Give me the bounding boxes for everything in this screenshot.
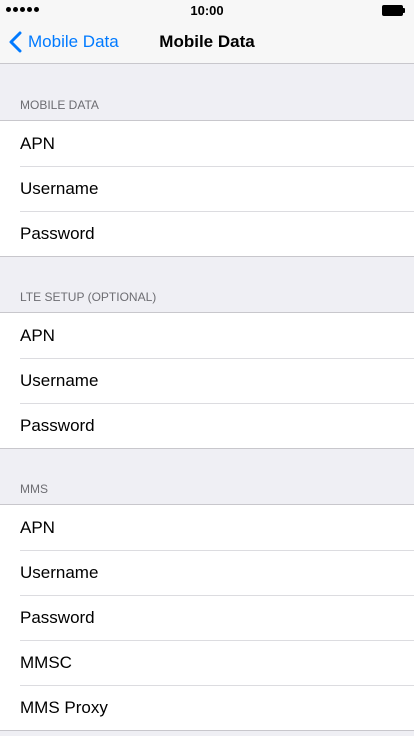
navigation-bar: Mobile Data Mobile Data — [0, 20, 414, 64]
field-label: Username — [20, 370, 99, 390]
field-label: Username — [20, 562, 99, 582]
mms-proxy-field[interactable]: MMS Proxy — [0, 685, 414, 730]
mobile-data-username-field[interactable]: Username — [0, 166, 414, 211]
chevron-left-icon — [9, 31, 22, 53]
battery-icon — [382, 5, 406, 16]
field-label: APN — [20, 133, 55, 153]
lte-password-field[interactable]: Password — [0, 403, 414, 448]
status-bar: 10:00 — [0, 0, 414, 20]
mms-apn-field[interactable]: APN — [0, 505, 414, 550]
field-label: APN — [20, 325, 55, 345]
field-label: MMS Proxy — [20, 697, 108, 717]
field-label: MMSC — [20, 652, 72, 672]
field-label: Password — [20, 223, 95, 243]
field-label: Password — [20, 607, 95, 627]
section-mobile-data: APN Username Password — [0, 120, 414, 257]
section-header-lte-setup: LTE SETUP (OPTIONAL) — [20, 290, 157, 304]
mms-username-field[interactable]: Username — [0, 550, 414, 595]
mobile-data-password-field[interactable]: Password — [0, 211, 414, 256]
mmsc-field[interactable]: MMSC — [0, 640, 414, 685]
field-label: APN — [20, 517, 55, 537]
section-header-mms: MMS — [20, 482, 48, 496]
section-header-mobile-data: MOBILE DATA — [20, 98, 99, 112]
mms-password-field[interactable]: Password — [0, 595, 414, 640]
settings-list: MOBILE DATA APN Username Password LTE SE… — [0, 65, 414, 731]
back-button-label: Mobile Data — [28, 32, 119, 51]
field-label: Username — [20, 178, 99, 198]
lte-apn-field[interactable]: APN — [0, 313, 414, 358]
section-lte-setup: APN Username Password — [0, 312, 414, 449]
lte-username-field[interactable]: Username — [0, 358, 414, 403]
field-label: Password — [20, 415, 95, 435]
back-button[interactable]: Mobile Data — [8, 20, 119, 64]
section-mms: APN Username Password MMSC MMS Proxy — [0, 504, 414, 731]
status-time: 10:00 — [190, 3, 224, 18]
mobile-data-apn-field[interactable]: APN — [0, 121, 414, 166]
